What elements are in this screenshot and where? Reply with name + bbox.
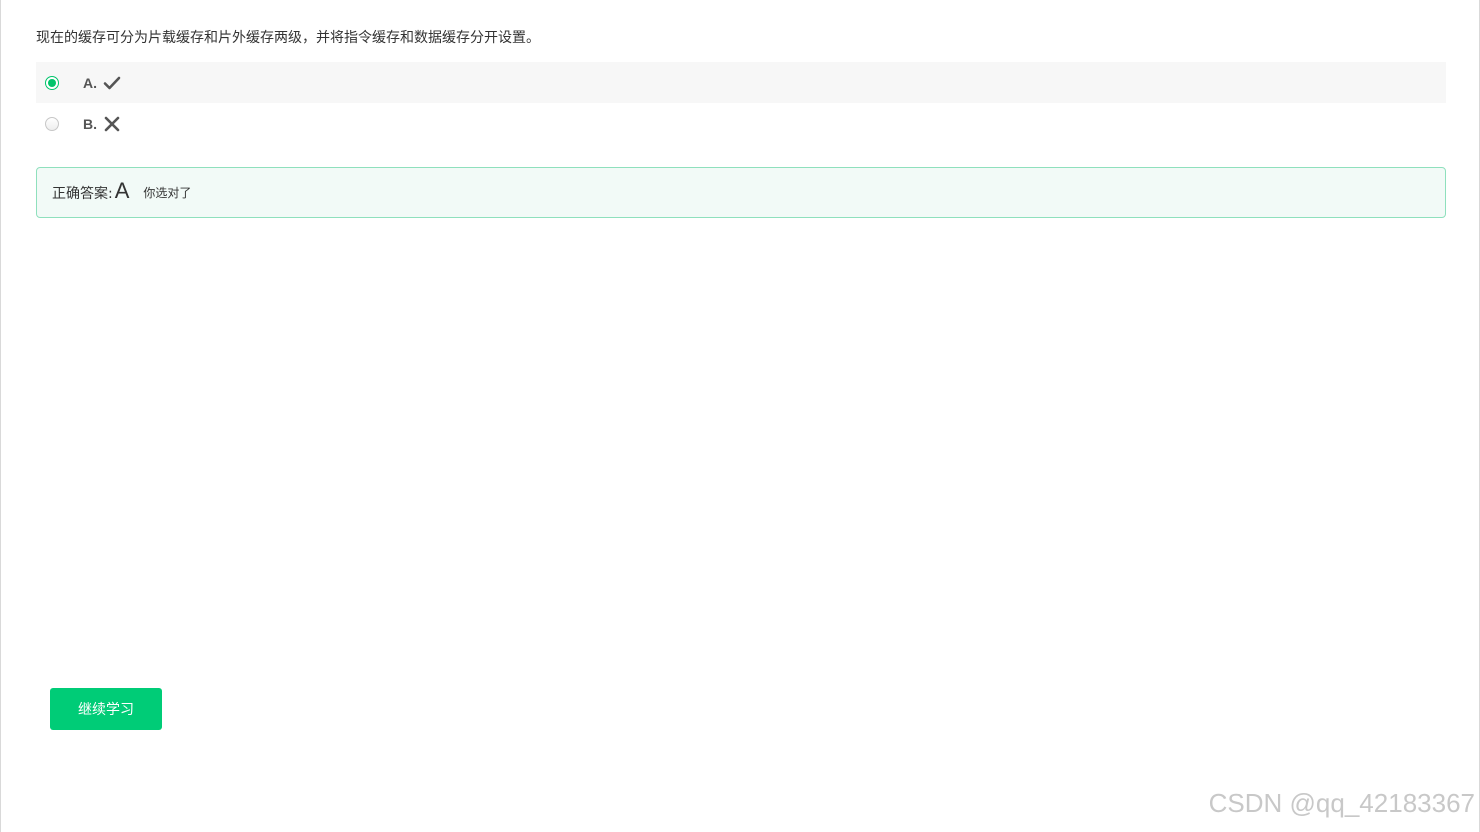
option-a[interactable]: A.: [36, 62, 1446, 103]
option-b-radio[interactable]: [45, 116, 59, 131]
option-a-letter: A.: [83, 74, 97, 91]
option-a-radio[interactable]: [45, 75, 59, 90]
check-icon: [103, 74, 121, 92]
answer-panel: 正确答案: A 你选对了: [36, 167, 1446, 218]
watermark: CSDN @qq_42183367: [1208, 788, 1475, 818]
option-b[interactable]: B.: [36, 103, 1446, 144]
option-b-letter: B.: [83, 115, 97, 132]
options-list: A. B.: [36, 62, 1446, 144]
answer-label: 正确答案:: [52, 185, 113, 202]
question-text: 现在的缓存可分为片载缓存和片外缓存两级，并将指令缓存和数据缓存分开设置。: [36, 30, 540, 46]
quiz-page: 现在的缓存可分为片载缓存和片外缓存两级，并将指令缓存和数据缓存分开设置。 A. …: [0, 0, 1480, 832]
answer-value: A: [114, 177, 130, 203]
continue-learning-button[interactable]: 继续学习: [50, 688, 162, 730]
answer-result: 你选对了: [143, 186, 192, 200]
cross-icon: [103, 115, 121, 133]
